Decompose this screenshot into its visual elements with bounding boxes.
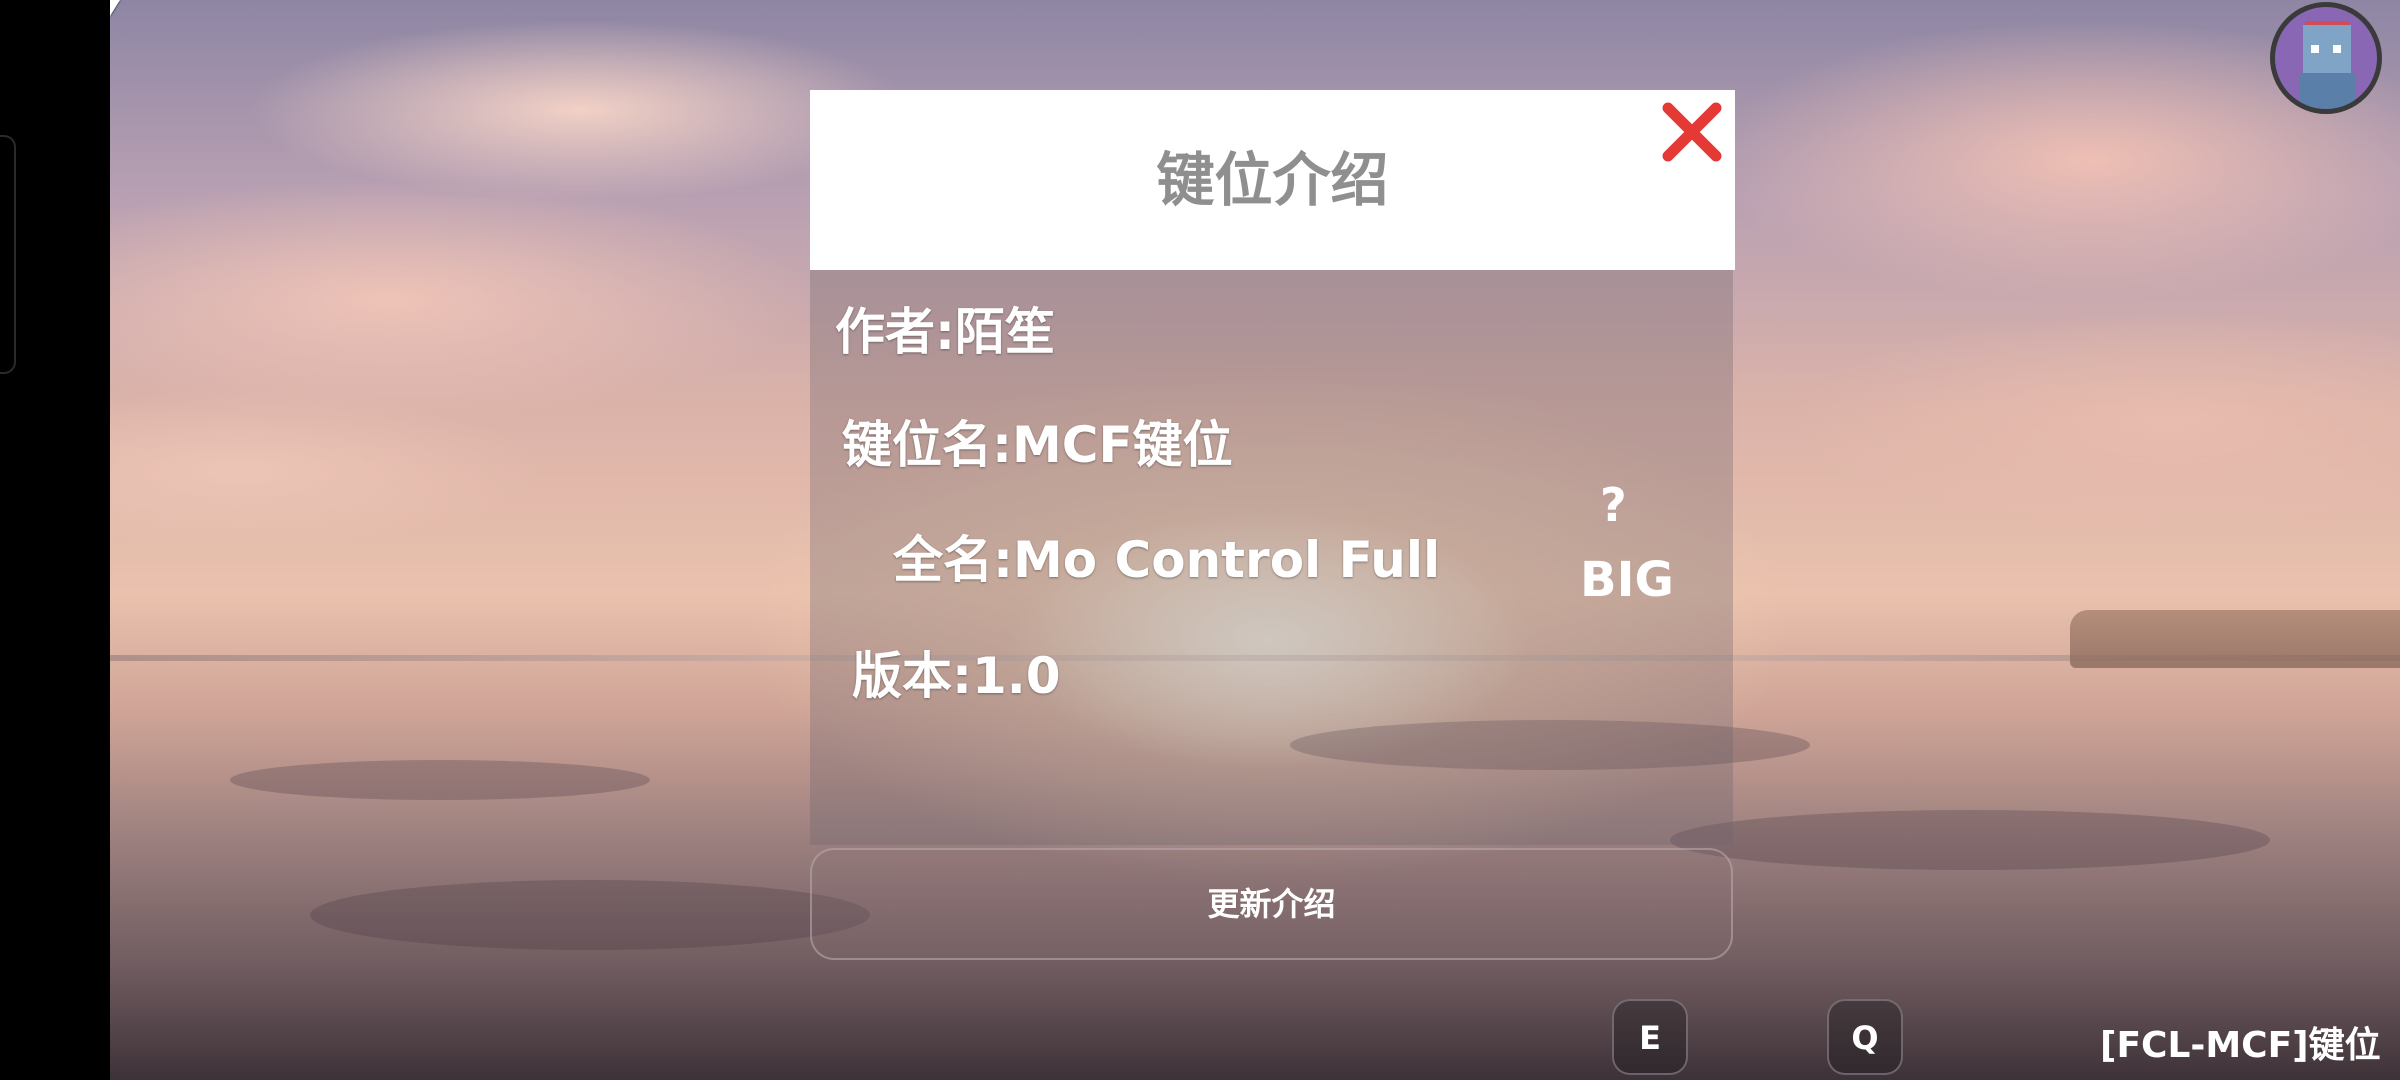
update-intro-button[interactable]: 更新介绍 xyxy=(810,848,1733,960)
water-ripple xyxy=(1670,810,2270,870)
help-question-mark[interactable]: ? xyxy=(1600,478,1627,532)
left-black-bar xyxy=(0,0,110,1080)
dialog-header: 键位介绍 xyxy=(810,90,1735,270)
key-e-button[interactable]: E xyxy=(1612,999,1688,1075)
player-avatar-icon[interactable] xyxy=(2270,2,2382,114)
water-ripple xyxy=(230,760,650,800)
full-name-text: 全名:Mo Control Full xyxy=(893,531,1441,589)
version-text: 版本:1.0 xyxy=(852,647,1061,705)
mouse-cursor-icon xyxy=(110,0,120,16)
close-x-icon[interactable] xyxy=(1660,100,1724,164)
layout-name-label: [FCL-MCF]键位 xyxy=(2100,1025,2381,1066)
left-edge-handle xyxy=(0,135,16,374)
author-text: 作者:陌笙 xyxy=(835,303,1055,361)
distant-island xyxy=(2070,610,2400,668)
layout-name-text: 键位名:MCF键位 xyxy=(842,416,1233,474)
key-q-button[interactable]: Q xyxy=(1827,999,1903,1075)
size-toggle-big[interactable]: BIG xyxy=(1580,552,1674,608)
water-ripple xyxy=(310,880,870,950)
dialog-title: 键位介绍 xyxy=(1156,146,1389,214)
